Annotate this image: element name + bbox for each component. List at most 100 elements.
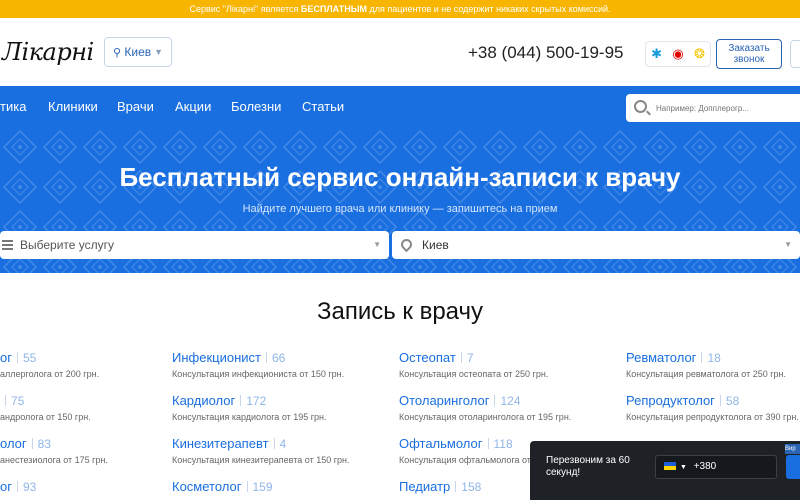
callback-popup: Перезвоним за 60 секунд! ▼ +380 <box>530 441 800 500</box>
doctor-name[interactable]: ог <box>0 350 12 365</box>
chevron-down-icon[interactable]: ▼ <box>680 464 687 471</box>
doctor-name[interactable]: ог <box>0 479 12 494</box>
doctor-count: 75 <box>11 394 25 408</box>
doctor-name[interactable]: Репродуктолог <box>626 393 715 408</box>
main-nav: тика Клиники Врачи Акции Болезни Статьи <box>0 86 800 127</box>
popup-submit-button[interactable] <box>786 455 800 479</box>
doctor-name[interactable]: олог <box>0 436 27 451</box>
logo[interactable]: Лікарні <box>2 38 94 66</box>
doctor-name[interactable]: Остеопат <box>399 350 456 365</box>
search-box <box>626 94 800 122</box>
doctor-count: 93 <box>22 480 37 494</box>
callback-line1: Заказать <box>728 43 770 54</box>
doctor-name[interactable]: Косметолог <box>172 479 242 494</box>
operator-icons: ✱ ◉ ❂ <box>645 41 711 67</box>
doctor-item[interactable]: Кинезитерапевт 4 Консультация кинезитерап… <box>172 436 349 472</box>
notice-suffix: для пациентов и не содержит никаких скры… <box>367 4 611 14</box>
chevron-down-icon: ▼ <box>154 47 163 57</box>
service-select[interactable]: Выберите услугу ▼ <box>0 231 389 259</box>
chevron-down-icon: ▼ <box>784 240 792 249</box>
doctor-count: 159 <box>252 480 273 494</box>
vodafone-icon: ◉ <box>672 46 684 61</box>
doctor-desc: Консультация ревматолога от 250 грн. <box>626 369 787 379</box>
notice-prefix: Сервис "Лікарні" является <box>189 4 301 14</box>
doctor-count: 83 <box>37 437 52 451</box>
doctor-item[interactable]: ог 93 <box>0 479 36 500</box>
hero-city-value: Киев <box>422 238 449 252</box>
doctor-desc: Консультация остеопата от 250 грн. <box>399 369 549 379</box>
doctor-count: 18 <box>707 351 721 365</box>
doctor-item[interactable]: ог 55 аллерголога от 200 грн. <box>0 350 99 386</box>
hero: Бесплатный сервис онлайн-записи к врачу … <box>0 127 800 273</box>
lifecell-icon: ❂ <box>693 46 705 61</box>
doctor-desc: Консультация кинезитерапевта от 150 грн. <box>172 455 350 465</box>
doctor-count: 158 <box>461 480 482 494</box>
callback-line2: звонок <box>733 54 765 65</box>
doctor-desc: Консультация инфекциониста от 150 грн. <box>172 369 345 379</box>
phone-prefix: +380 <box>693 461 717 472</box>
side-tab[interactable]: Вир <box>785 444 800 454</box>
doctor-desc: аллерголога от 200 грн. <box>0 369 100 379</box>
doctor-count: 118 <box>493 437 513 451</box>
doctor-name[interactable]: Кардиолог <box>172 393 235 408</box>
phone-number[interactable]: +38 (044) 500-19-95 <box>468 43 623 63</box>
doctor-name[interactable]: Отоларинголог <box>399 393 489 408</box>
notice-banner: Сервис "Лікарні" является БЕСПЛАТНЫМ для… <box>0 0 800 18</box>
doctor-count: 4 <box>279 437 287 451</box>
doctor-desc: Консультация кардиолога от 195 грн. <box>172 412 327 422</box>
nav-item-diagnostics[interactable]: тика <box>0 86 26 127</box>
doctor-name[interactable]: Кинезитерапевт <box>172 436 269 451</box>
menu-icon <box>2 240 13 252</box>
notice-bold: БЕСПЛАТНЫМ <box>300 4 368 14</box>
search-input[interactable] <box>656 94 800 122</box>
nav-item-promotions[interactable]: Акции <box>175 86 211 127</box>
header: Лікарні ⚲ Киев ▼ +38 (044) 500-19-95 ✱ ◉… <box>0 18 800 86</box>
nav-item-articles[interactable]: Статьи <box>302 86 344 127</box>
hero-city-select[interactable]: Киев ▼ <box>392 231 800 259</box>
hero-subtitle: Найдите лучшего врача или клинику — запи… <box>242 203 558 215</box>
doctor-count: 55 <box>22 351 37 365</box>
ukraine-flag-icon <box>664 462 676 470</box>
menu-button[interactable] <box>790 40 800 68</box>
doctor-item[interactable]: Кардиолог 172 Консультация кардиолога от … <box>172 393 327 429</box>
popup-text: Перезвоним за 60 секунд! <box>546 455 630 478</box>
doctor-count: 7 <box>466 351 474 365</box>
doctor-item[interactable]: Репродуктолог 58 Консультация репродуктол… <box>626 393 799 429</box>
doctor-item[interactable]: Косметолог 159 <box>172 479 273 500</box>
doctor-name[interactable]: Педиатр <box>399 479 450 494</box>
doctor-item[interactable]: 75 андролога от 150 грн. <box>0 393 91 429</box>
city-select[interactable]: ⚲ Киев ▼ <box>104 37 172 67</box>
doctor-desc: Консультация отоларинголога от 195 грн. <box>399 412 572 422</box>
doctor-desc: Консультация репродуктолога от 390 грн. <box>626 412 799 422</box>
callback-button[interactable]: Заказать звонок <box>716 39 782 69</box>
location-icon: ⚲ <box>113 47 122 59</box>
doctor-item[interactable]: олог 83 анестезиолога от 175 грн. <box>0 436 108 472</box>
hero-title: Бесплатный сервис онлайн-записи к врачу <box>119 162 681 192</box>
chevron-down-icon: ▼ <box>373 240 381 249</box>
popup-phone-input[interactable]: ▼ +380 <box>655 455 777 479</box>
search-icon <box>634 100 647 113</box>
doctor-desc: анестезиолога от 175 грн. <box>0 455 108 465</box>
doctor-item[interactable]: Педиатр 158 <box>399 479 481 500</box>
kyivstar-icon: ✱ <box>651 46 663 61</box>
service-select-placeholder: Выберите услугу <box>20 238 115 252</box>
nav-item-clinics[interactable]: Клиники <box>48 86 98 127</box>
doctor-item[interactable]: Ревматолог 18 Консультация ревматолога от… <box>626 350 786 386</box>
nav-item-doctors[interactable]: Врачи <box>117 86 154 127</box>
doctor-count: 66 <box>271 351 286 365</box>
doctor-desc: андролога от 150 грн. <box>0 412 91 422</box>
doctor-name[interactable]: Ревматолог <box>626 350 696 365</box>
doctor-item[interactable]: Остеопат 7 Консультация остеопата от 250 … <box>399 350 548 386</box>
doctor-item[interactable]: Отоларинголог 124 Консультация отоларинго… <box>399 393 571 429</box>
doctor-count: 124 <box>500 394 521 408</box>
location-pin-icon <box>398 236 415 253</box>
doctor-name[interactable]: Офтальмолог <box>399 436 483 451</box>
doctor-count: 172 <box>246 394 267 408</box>
page: Сервис "Лікарні" является БЕСПЛАТНЫМ для… <box>0 0 800 500</box>
city-select-value: Киев <box>124 45 152 59</box>
doctor-count: 58 <box>725 394 740 408</box>
nav-item-diseases[interactable]: Болезни <box>231 86 281 127</box>
section-title: Запись к врачу <box>316 298 483 325</box>
doctor-item[interactable]: Инфекционист 66 Консультация инфекционист… <box>172 350 344 386</box>
doctor-name[interactable]: Инфекционист <box>172 350 261 365</box>
